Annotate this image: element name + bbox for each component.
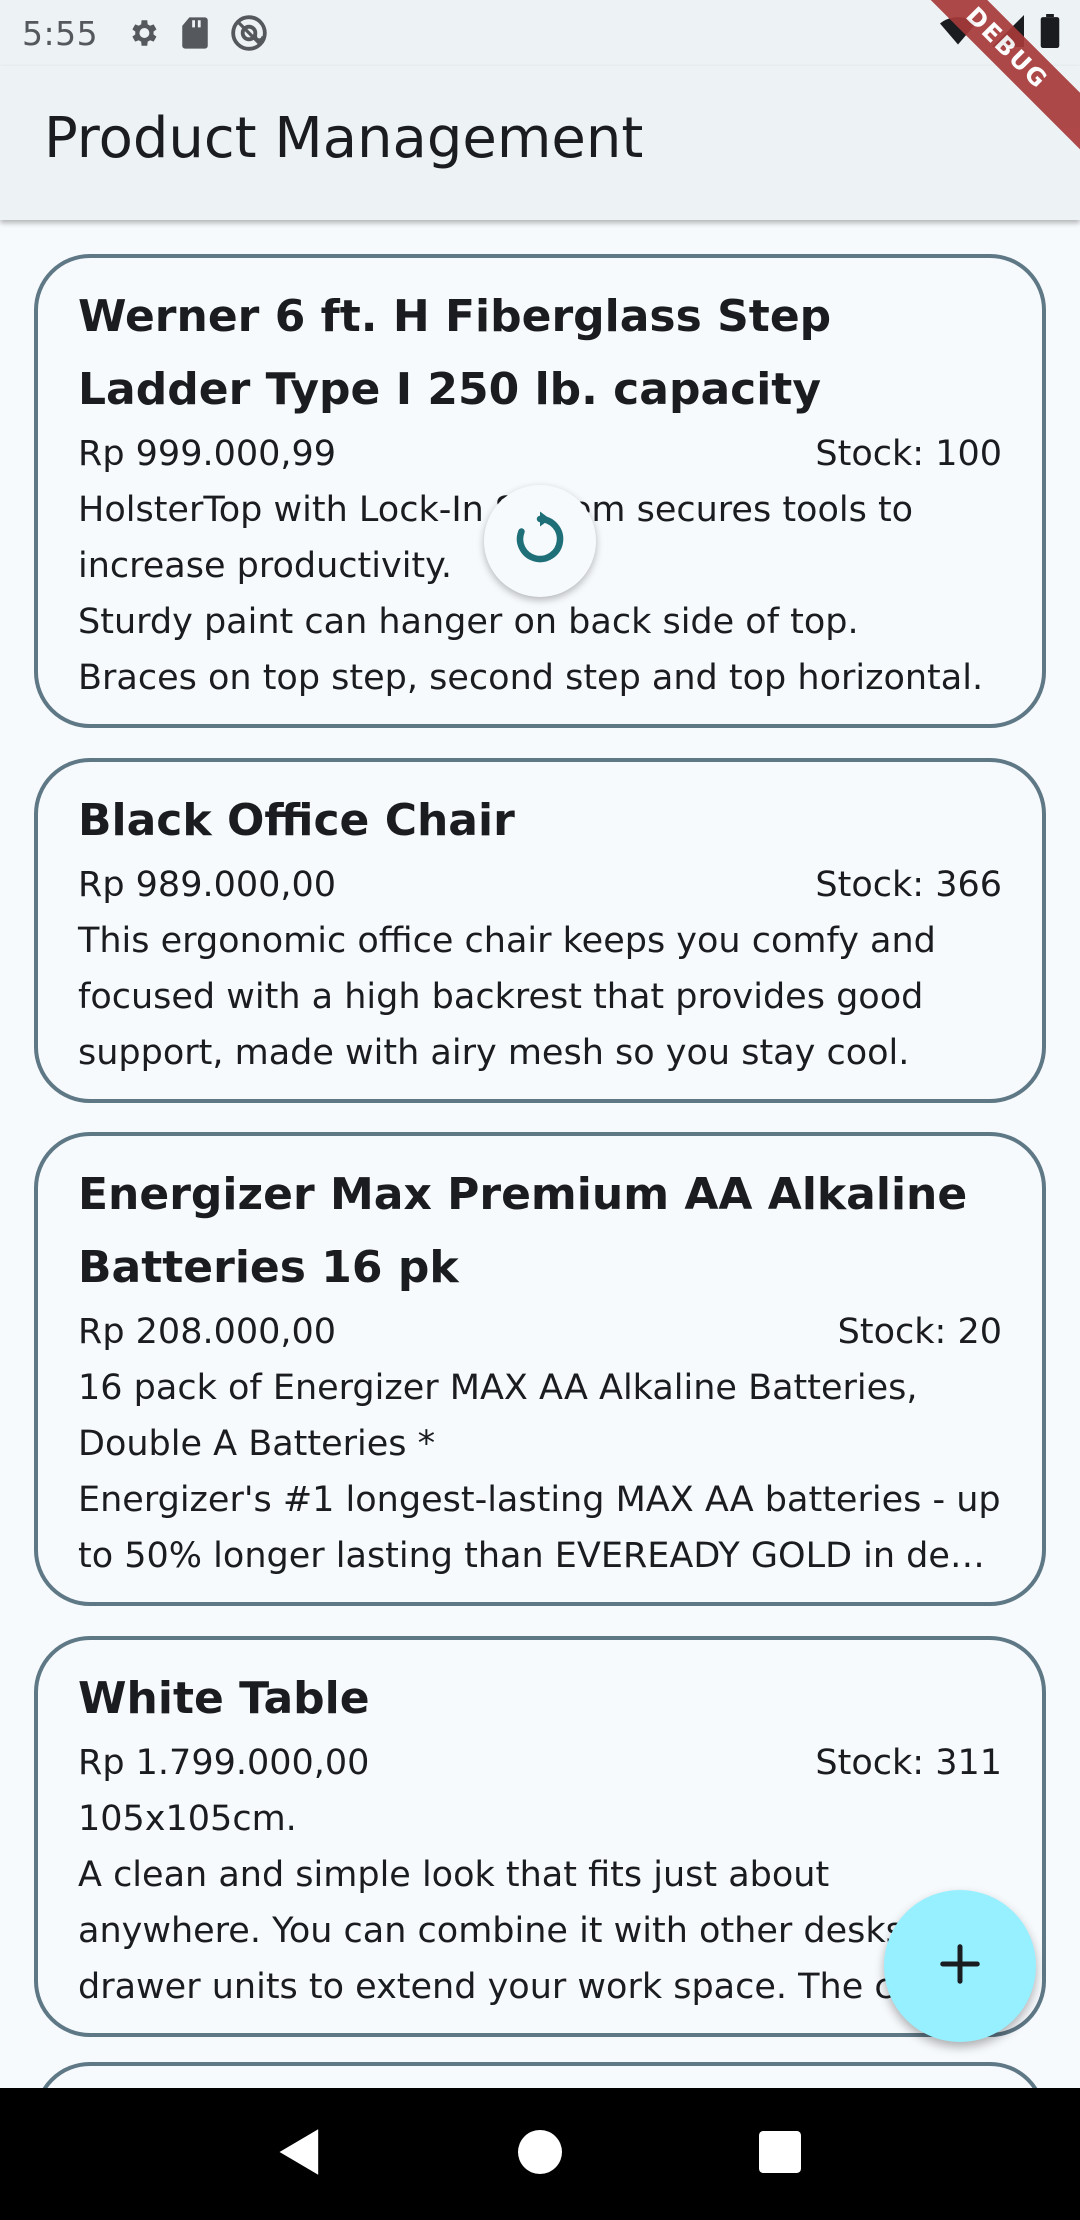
product-card[interactable]: Energizer Max Premium AA Alkaline Batter… (34, 1132, 1046, 1606)
product-name: Werner 6 ft. H Fiberglass Step Ladder Ty… (78, 291, 832, 415)
status-bar: 5:55 (0, 0, 1080, 66)
status-time: 5:55 (22, 14, 99, 53)
product-meta-row: Rp 989.000,00 Stock: 366 (78, 857, 1002, 913)
home-button[interactable] (500, 2114, 580, 2194)
product-price: Rp 1.799.000,00 (78, 1743, 370, 1783)
product-stock: Stock: 20 (837, 1312, 1002, 1352)
product-card[interactable]: Black Office Chair Rp 989.000,00 Stock: … (34, 758, 1046, 1103)
app-bar: Product Management (0, 66, 1080, 220)
back-icon (277, 2127, 323, 2181)
gear-icon (126, 16, 160, 54)
product-description: 105x105cm. A clean and simple look that … (78, 1799, 951, 2007)
product-meta-row: Rp 208.000,00 Stock: 20 (78, 1304, 1002, 1360)
product-description: This ergonomic office chair keeps you co… (78, 921, 936, 1073)
home-icon (518, 2130, 562, 2178)
product-stock: Stock: 366 (815, 865, 1002, 905)
at-sign-icon (230, 14, 268, 56)
refresh-indicator (484, 485, 596, 597)
product-card[interactable] (34, 2062, 1046, 2088)
product-price: Rp 989.000,00 (78, 865, 337, 905)
status-icons-left (126, 14, 268, 56)
product-name: Energizer Max Premium AA Alkaline Batter… (78, 1169, 968, 1293)
plus-icon (937, 1941, 983, 1991)
add-product-button[interactable] (884, 1890, 1036, 2042)
product-meta-row: Rp 1.799.000,00 Stock: 311 (78, 1735, 1002, 1791)
refresh-icon (510, 509, 570, 573)
product-name: White Table (78, 1673, 370, 1724)
product-stock: Stock: 100 (815, 434, 1002, 474)
page-title: Product Management (44, 106, 644, 171)
product-price: Rp 999.000,99 (78, 434, 337, 474)
sd-card-icon (180, 16, 210, 54)
product-name: Black Office Chair (78, 795, 515, 846)
system-nav-bar (0, 2088, 1080, 2220)
battery-icon (1040, 14, 1060, 52)
product-description: 16 pack of Energizer MAX AA Alkaline Bat… (78, 1368, 1001, 1576)
recents-button[interactable] (740, 2114, 820, 2194)
product-meta-row: Rp 999.000,99 Stock: 100 (78, 426, 1002, 482)
recents-icon (759, 2131, 801, 2177)
product-stock: Stock: 311 (815, 1743, 1002, 1783)
back-button[interactable] (260, 2114, 340, 2194)
product-price: Rp 208.000,00 (78, 1312, 337, 1352)
